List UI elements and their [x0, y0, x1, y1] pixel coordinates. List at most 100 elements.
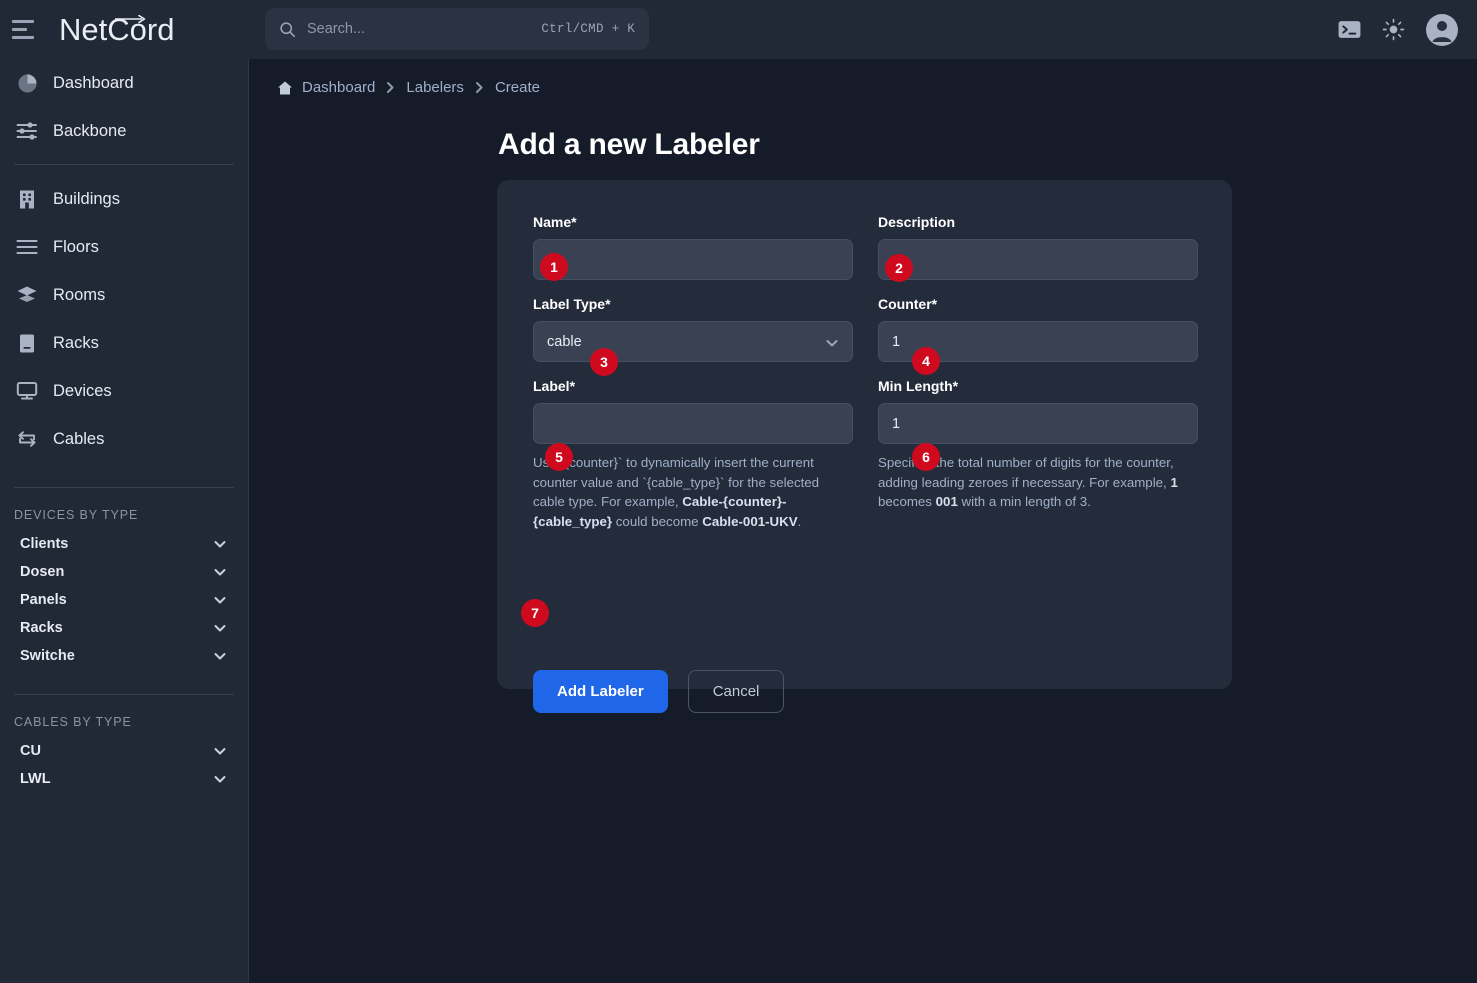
sidebar-item-label: Cables: [53, 429, 105, 448]
field-label: Name*: [533, 214, 577, 230]
exchange-arrows-icon: [14, 428, 40, 450]
help-text-part: becomes: [878, 494, 936, 509]
floors-lines-icon: [14, 236, 40, 258]
sidebar-group-label: Panels: [20, 592, 67, 608]
sidebar-group-switche[interactable]: Switche: [0, 642, 248, 670]
terminal-icon[interactable]: [1337, 17, 1362, 42]
help-text-part: Specifies the total number of digits for…: [878, 455, 1174, 490]
main-content: Dashboard Labelers Create Add a new Labe…: [250, 59, 1477, 983]
field-label: Label*: [533, 378, 576, 394]
sidebar-item-cables[interactable]: Cables: [0, 415, 248, 463]
search-input[interactable]: Search... Ctrl/CMD + K: [265, 8, 649, 50]
form-grid: Name* Description Label Type* cable Coun…: [497, 180, 1232, 533]
sidebar-group-panels[interactable]: Panels: [0, 586, 248, 614]
sidebar-item-label: Backbone: [53, 121, 127, 140]
chevron-down-icon: [214, 597, 226, 604]
sidebar-item-floors[interactable]: Floors: [0, 223, 248, 271]
label-type-select[interactable]: cable: [533, 321, 853, 362]
sidebar-divider: [14, 487, 234, 488]
help-text-part: could become: [612, 513, 703, 529]
breadcrumb: Dashboard Labelers Create: [250, 59, 1477, 96]
chevron-right-icon: [473, 81, 486, 94]
breadcrumb-item-create: Create: [494, 79, 540, 96]
hamburger-bar: [12, 36, 34, 39]
field-label: Label* Use `{counter}` to dynamically in…: [533, 378, 853, 531]
field-label-type: Label Type* cable: [533, 296, 853, 362]
field-counter: Counter* 1: [878, 296, 1198, 362]
breadcrumb-item-dashboard[interactable]: Dashboard: [302, 79, 375, 96]
sidebar-item-label: Racks: [53, 333, 99, 352]
row-spacer: [533, 282, 853, 296]
counter-input[interactable]: 1: [878, 321, 1198, 362]
field-label: Description: [878, 214, 956, 230]
sidebar-group-lwl[interactable]: LWL: [0, 765, 248, 793]
add-labeler-button[interactable]: Add Labeler: [533, 670, 668, 713]
sidebar-item-label: Buildings: [53, 189, 120, 208]
row-spacer: [878, 364, 1198, 378]
description-input[interactable]: [878, 239, 1198, 280]
hamburger-icon[interactable]: [12, 19, 38, 41]
sidebar-group-label: Dosen: [20, 564, 65, 580]
chevron-down-icon: [214, 653, 226, 660]
sidebar-group-label: Clients: [20, 536, 69, 552]
min-length-help-text: Specifies the total number of digits for…: [878, 453, 1198, 512]
chevron-down-icon: [214, 625, 226, 632]
sidebar-group-cu[interactable]: CU: [0, 737, 248, 765]
sidebar-item-racks[interactable]: Racks: [0, 319, 248, 367]
sidebar-item-rooms[interactable]: Rooms: [0, 271, 248, 319]
sidebar-item-label: Rooms: [53, 285, 106, 304]
sidebar-group-dosen[interactable]: Dosen: [0, 558, 248, 586]
page-title: Add a new Labeler: [498, 128, 760, 161]
sidebar-item-backbone[interactable]: Backbone: [0, 107, 248, 155]
labeler-form-card: Name* Description Label Type* cable Coun…: [497, 180, 1232, 713]
min-length-input[interactable]: 1: [878, 403, 1198, 444]
label-help-text: Use `{counter}` to dynamically insert th…: [533, 453, 853, 531]
top-bar: NetCord Search... Ctrl/CMD + K: [0, 0, 1477, 59]
chevron-down-icon: [214, 748, 226, 755]
form-actions: Add Labeler Cancel: [533, 670, 785, 713]
top-bar-actions: [1337, 0, 1459, 59]
cancel-button[interactable]: Cancel: [687, 670, 785, 713]
label-type-selected-value: cable: [547, 333, 582, 350]
sidebar-group-label: CU: [20, 743, 41, 759]
field-label: Counter*: [878, 296, 938, 312]
field-min-length: Min Length* 1 Specifies the total number…: [878, 378, 1198, 531]
sidebar-group-racks[interactable]: Racks: [0, 614, 248, 642]
min-length-input-value: 1: [892, 415, 901, 432]
chevron-down-icon: [214, 776, 226, 783]
home-icon[interactable]: [277, 80, 293, 96]
sun-icon[interactable]: [1382, 18, 1405, 41]
sidebar-section-devices-by-type: DEVICES BY TYPE: [14, 508, 139, 522]
monitor-icon: [14, 380, 40, 402]
layers-icon: [14, 284, 40, 306]
sidebar-group-label: Switche: [20, 648, 75, 664]
sidebar: Dashboard Backbone Buildings Floors Room…: [0, 59, 249, 983]
name-input[interactable]: [533, 239, 853, 280]
label-input[interactable]: [533, 403, 853, 444]
chevron-down-icon: [214, 541, 226, 548]
sliders-icon: [14, 120, 40, 142]
sidebar-group-label: LWL: [20, 771, 51, 787]
sidebar-item-buildings[interactable]: Buildings: [0, 175, 248, 223]
hamburger-bar: [12, 28, 27, 31]
sidebar-item-label: Dashboard: [53, 73, 134, 92]
chevron-right-icon: [384, 81, 397, 94]
chevron-down-icon: [826, 340, 838, 347]
field-name: Name*: [533, 214, 853, 280]
breadcrumb-item-labelers[interactable]: Labelers: [406, 79, 464, 96]
hamburger-bar: [12, 20, 34, 23]
sidebar-item-dashboard[interactable]: Dashboard: [0, 59, 248, 107]
chevron-down-icon: [214, 569, 226, 576]
sidebar-item-devices[interactable]: Devices: [0, 367, 248, 415]
search-icon: [280, 21, 296, 37]
sidebar-group-label: Racks: [20, 620, 63, 636]
sidebar-section-cables-by-type: CABLES BY TYPE: [14, 715, 132, 729]
rack-icon: [14, 332, 40, 354]
help-text-part: with a min length of 3.: [957, 494, 1091, 509]
search-placeholder: Search...: [307, 21, 366, 37]
app-logo[interactable]: NetCord: [59, 12, 174, 48]
sidebar-group-clients[interactable]: Clients: [0, 530, 248, 558]
building-icon: [14, 188, 40, 210]
field-label: Label Type*: [533, 296, 611, 312]
user-avatar-icon[interactable]: [1425, 13, 1459, 47]
